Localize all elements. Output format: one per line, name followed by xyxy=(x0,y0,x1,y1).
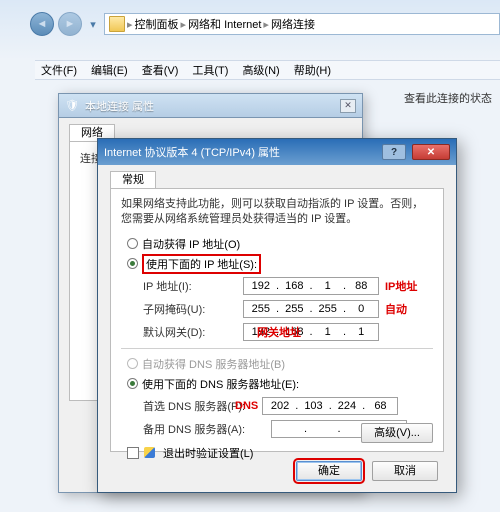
preferred-dns-input[interactable]: 202. 103. 224. 68 xyxy=(262,397,398,415)
radio-manual-dns-label: 使用下面的 DNS 服务器地址(E): xyxy=(142,376,299,392)
adapter-icon: 🛡 xyxy=(65,99,79,112)
radio-auto-dns-label: 自动获得 DNS 服务器地址(B) xyxy=(142,356,285,372)
menu-edit[interactable]: 编辑(E) xyxy=(91,62,128,78)
advanced-button[interactable]: 高级(V)... xyxy=(361,423,433,443)
menu-help[interactable]: 帮助(H) xyxy=(294,62,331,78)
radio-auto-ip-label: 自动获得 IP 地址(O) xyxy=(142,236,240,252)
highlight-manual-ip: 使用下面的 IP 地址(S): xyxy=(142,254,261,274)
close-icon[interactable]: ✕ xyxy=(340,99,356,113)
back-button[interactable]: ◄ xyxy=(30,12,54,36)
radio-manual-ip-label: 使用下面的 IP 地址(S): xyxy=(146,259,257,271)
separator xyxy=(121,348,433,349)
default-gateway-label: 默认网关(D): xyxy=(143,324,243,340)
radio-icon xyxy=(127,238,138,249)
crumb-network-internet[interactable]: 网络和 Internet xyxy=(188,16,261,32)
menu-bar: 文件(F) 编辑(E) 查看(V) 工具(T) 高级(N) 帮助(H) xyxy=(35,60,500,80)
status-hint: 查看此连接的状态 xyxy=(404,90,492,106)
dlg2-body: 常规 如果网络支持此功能，则可以获取自动指派的 IP 设置。否则，您需要从网络系… xyxy=(98,165,456,492)
radio-icon-selected xyxy=(127,378,138,389)
chevron-right-icon: ▸ xyxy=(181,18,187,31)
chevron-right-icon: ▸ xyxy=(127,18,133,31)
ok-button[interactable]: 确定 xyxy=(296,461,362,481)
radio-icon-disabled xyxy=(127,358,138,369)
ip-address-input[interactable]: 192. 168. 1. 88 xyxy=(243,277,379,295)
description-text: 如果网络支持此功能，则可以获取自动指派的 IP 设置。否则，您需要从网络系统管理… xyxy=(121,197,433,227)
crumb-network-connections[interactable]: 网络连接 xyxy=(271,16,315,32)
radio-auto-dns: 自动获得 DNS 服务器地址(B) xyxy=(127,355,433,373)
radio-manual-ip[interactable]: 使用下面的 IP 地址(S): xyxy=(127,255,433,273)
forward-button[interactable]: ► xyxy=(58,12,82,36)
explorer-window: ◄ ► ▾ ▸ 控制面板 ▸ 网络和 Internet ▸ 网络连接 文件(F)… xyxy=(0,0,500,512)
shield-icon xyxy=(144,447,155,458)
close-button[interactable]: ✕ xyxy=(412,144,450,160)
help-button[interactable]: ? xyxy=(382,144,406,160)
subnet-mask-label: 子网掩码(U): xyxy=(143,301,243,317)
ip-address-label: IP 地址(I): xyxy=(143,278,243,294)
annotation-ip: IP地址 xyxy=(385,278,417,294)
menu-view[interactable]: 查看(V) xyxy=(142,62,179,78)
dialog-button-row: 确定 取消 xyxy=(98,458,456,484)
alternate-dns-label: 备用 DNS 服务器(A): xyxy=(143,421,259,437)
dlg1-title-text: 本地连接 属性 xyxy=(85,98,154,114)
history-dropdown[interactable]: ▾ xyxy=(86,12,100,36)
dlg2-titlebar[interactable]: Internet 协议版本 4 (TCP/IPv4) 属性 ? ✕ xyxy=(98,139,456,165)
general-panel: 如果网络支持此功能，则可以获取自动指派的 IP 设置。否则，您需要从网络系统管理… xyxy=(110,188,444,452)
radio-auto-ip[interactable]: 自动获得 IP 地址(O) xyxy=(127,235,433,253)
chevron-right-icon: ▸ xyxy=(263,18,269,31)
crumb-control-panel[interactable]: 控制面板 xyxy=(135,16,179,32)
ipv4-properties-dialog: Internet 协议版本 4 (TCP/IPv4) 属性 ? ✕ 常规 如果网… xyxy=(97,138,457,493)
dlg1-titlebar[interactable]: 🛡 本地连接 属性 ✕ xyxy=(59,94,362,118)
subnet-mask-input[interactable]: 255. 255. 255. 0 xyxy=(243,300,379,318)
tab-general[interactable]: 常规 xyxy=(110,171,156,189)
breadcrumb[interactable]: ▸ 控制面板 ▸ 网络和 Internet ▸ 网络连接 xyxy=(104,13,500,35)
radio-manual-dns[interactable]: 使用下面的 DNS 服务器地址(E): xyxy=(127,375,433,393)
checkbox-icon xyxy=(127,447,139,459)
annotation-auto: 自动 xyxy=(385,301,407,317)
radio-icon-selected xyxy=(127,258,138,269)
annotation-gateway: 网关地址 xyxy=(257,324,301,340)
dlg2-title-text: Internet 协议版本 4 (TCP/IPv4) 属性 xyxy=(104,144,280,160)
cancel-button[interactable]: 取消 xyxy=(372,461,438,481)
menu-advanced[interactable]: 高级(N) xyxy=(242,62,279,78)
menu-tools[interactable]: 工具(T) xyxy=(192,62,228,78)
folder-icon xyxy=(109,16,125,32)
menu-file[interactable]: 文件(F) xyxy=(41,62,77,78)
annotation-dns: DNS xyxy=(235,400,258,412)
nav-bar: ◄ ► ▾ ▸ 控制面板 ▸ 网络和 Internet ▸ 网络连接 xyxy=(30,10,500,38)
